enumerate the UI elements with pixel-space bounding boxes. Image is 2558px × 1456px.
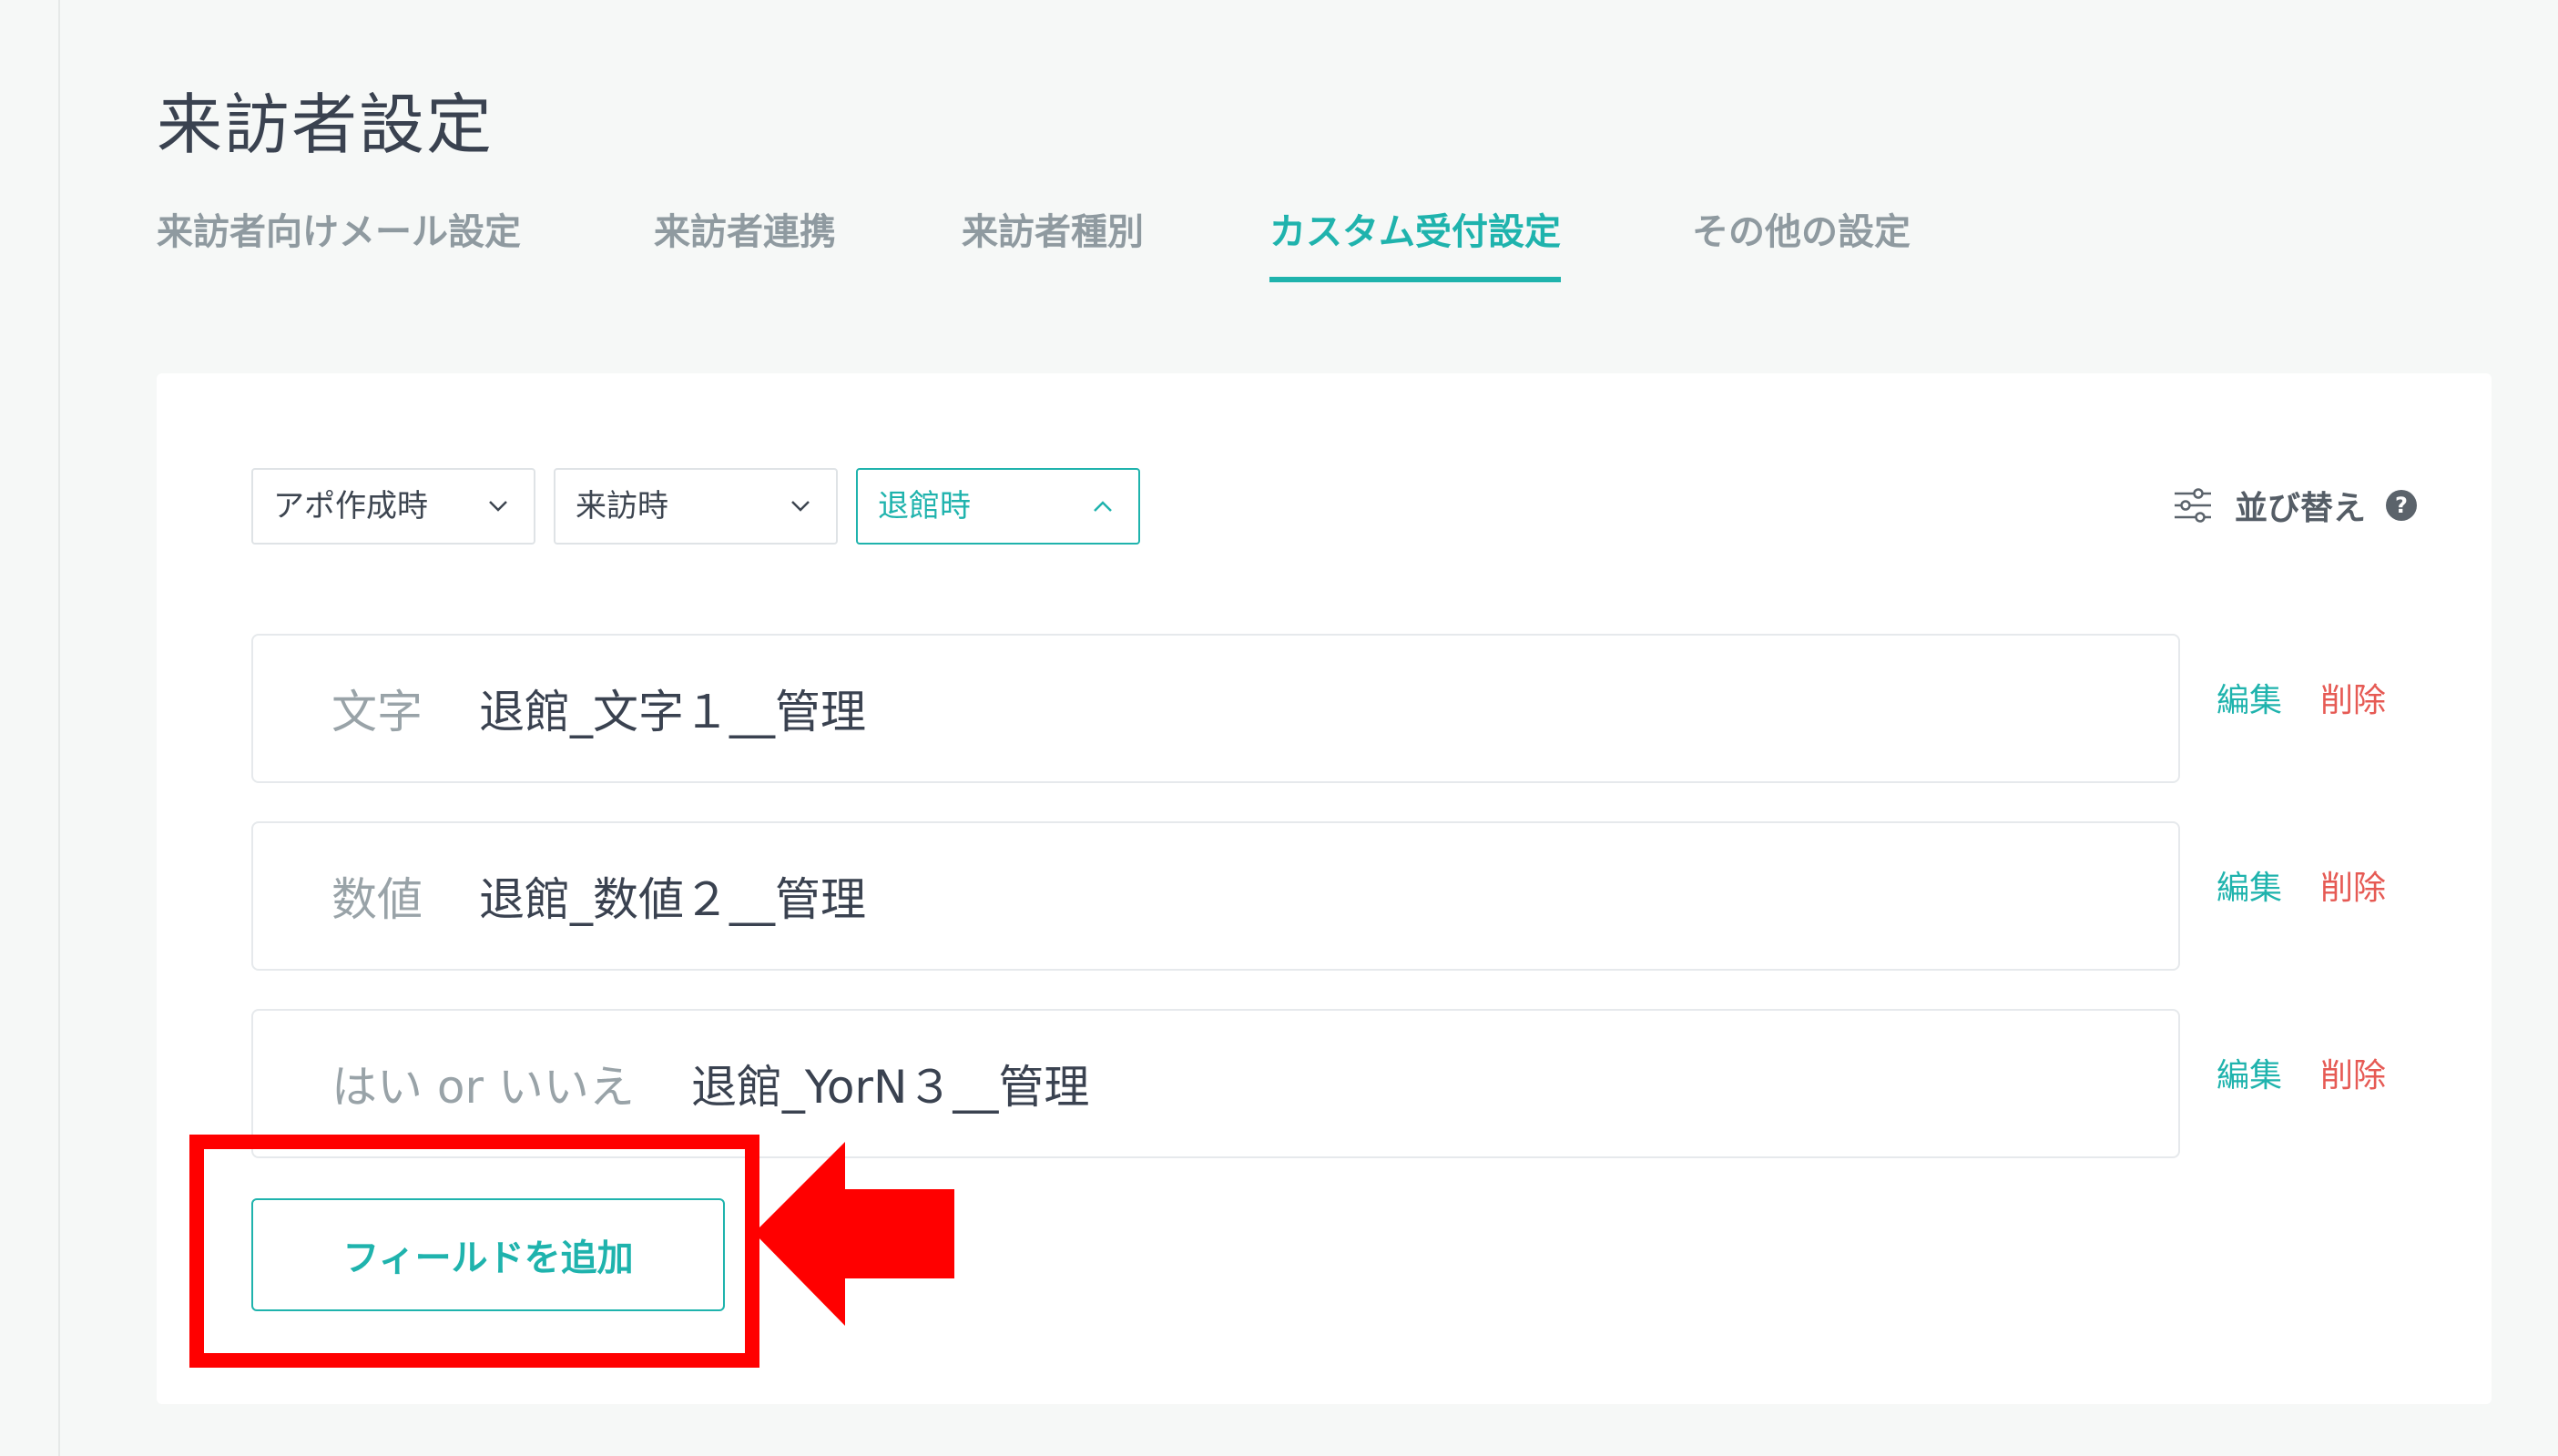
field-type: 文字 — [331, 686, 423, 738]
field-row: 数値 退館_数値２__管理 — [251, 821, 2180, 971]
tab-visitor-mail-settings[interactable]: 来訪者向けメール設定 — [157, 202, 521, 282]
field-name: 退館_YorN３__管理 — [690, 1061, 1090, 1114]
field-name: 退館_文字１__管理 — [479, 686, 866, 738]
tab-custom-reception-settings[interactable]: カスタム受付設定 — [1269, 202, 1561, 282]
filter-appointment-created[interactable]: アポ作成時 — [251, 468, 535, 545]
question-circle-icon[interactable]: ? — [2386, 490, 2417, 521]
sort-control[interactable]: 並び替え ? — [2173, 473, 2417, 537]
tab-visitor-types[interactable]: 来訪者種別 — [962, 202, 1144, 282]
edit-link[interactable]: 編集 — [2217, 1049, 2282, 1096]
tab-other-settings[interactable]: その他の設定 — [1692, 202, 1911, 282]
tab-visitor-integration[interactable]: 来訪者連携 — [654, 202, 836, 282]
filter-label: 来訪時 — [576, 488, 668, 524]
field-name: 退館_数値２__管理 — [479, 873, 866, 926]
field-type: はい or いいえ — [331, 1061, 635, 1114]
sort-label: 並び替え — [2234, 490, 2366, 527]
annotation-highlight-box — [189, 1135, 759, 1368]
chevron-down-icon — [789, 470, 812, 543]
delete-link[interactable]: 削除 — [2320, 861, 2386, 909]
field-row: 文字 退館_文字１__管理 — [251, 634, 2180, 783]
edit-link[interactable]: 編集 — [2217, 674, 2282, 721]
left-sidebar-edge — [0, 0, 60, 1456]
page-title: 来訪者設定 — [157, 87, 494, 163]
filter-on-checkout[interactable]: 退館時 — [856, 468, 1140, 545]
delete-link[interactable]: 削除 — [2320, 1049, 2386, 1096]
chevron-down-icon — [486, 470, 510, 543]
filter-label: 退館時 — [878, 488, 971, 524]
edit-link[interactable]: 編集 — [2217, 861, 2282, 909]
filter-label: アポ作成時 — [273, 488, 428, 524]
field-row-actions: 編集 削除 — [2217, 1045, 2386, 1100]
sliders-icon — [2174, 488, 2211, 523]
field-row-actions: 編集 削除 — [2217, 858, 2386, 912]
filter-on-visit[interactable]: 来訪時 — [554, 468, 838, 545]
chevron-up-icon — [1091, 470, 1115, 543]
delete-link[interactable]: 削除 — [2320, 674, 2386, 721]
annotation-arrow-icon — [754, 1142, 954, 1326]
field-row-actions: 編集 削除 — [2217, 670, 2386, 725]
field-type: 数値 — [331, 873, 423, 926]
